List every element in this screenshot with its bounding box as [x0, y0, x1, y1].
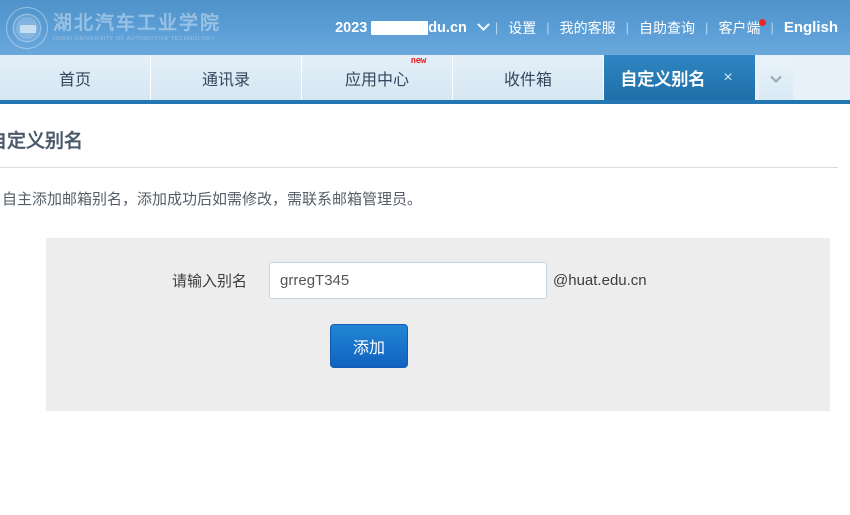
logo-text-block: 湖北汽车工业学院 HUBEI UNIVERSITY OF AUTOMOTIVE … [53, 11, 222, 43]
header-link-client-label: 客户端 [718, 19, 761, 36]
tab-custom-alias[interactable]: 自定义别名 × [604, 55, 755, 100]
tab-label: 首页 [58, 71, 91, 89]
tab-label: 自定义别名 [620, 70, 706, 89]
tab-inbox[interactable]: 收件箱 [453, 55, 604, 100]
submit-row: 添加 [46, 324, 830, 368]
tab-label: 收件箱 [503, 71, 552, 89]
tab-contacts[interactable]: 通讯录 [151, 55, 302, 100]
university-emblem-icon [6, 7, 48, 49]
main-content: 自定义别名 自主添加邮箱别名，添加成功后如需修改，需联系邮箱管理员。 请输入别名… [0, 104, 850, 411]
add-alias-button[interactable]: 添加 [330, 324, 409, 368]
close-icon[interactable]: × [723, 69, 732, 87]
tab-bar: 首页 通讯录 应用中心 new 收件箱 自定义别名 × [0, 55, 850, 104]
domain-suffix-label: @huat.edu.cn [553, 272, 647, 289]
account-menu[interactable]: 2023 @huat.edu.cn [335, 18, 490, 36]
alias-input-row: 请输入别名 @huat.edu.cn [46, 262, 830, 299]
email-redaction-overlay [371, 20, 429, 35]
account-email-label: 2023 @huat.edu.cn [335, 20, 467, 36]
tab-home[interactable]: 首页 [0, 55, 151, 100]
chevron-down-icon [770, 71, 782, 83]
header-link-settings[interactable]: 设置 [499, 18, 545, 38]
university-logo[interactable]: 湖北汽车工业学院 HUBEI UNIVERSITY OF AUTOMOTIVE … [6, 6, 221, 50]
new-badge-icon: new [410, 55, 427, 66]
tab-label-text: 应用中心 [344, 71, 409, 89]
chevron-down-icon[interactable] [477, 18, 490, 32]
alias-form-panel: 请输入别名 @huat.edu.cn 添加 [46, 238, 830, 411]
logo-name-en: HUBEI UNIVERSITY OF AUTOMOTIVE TECHNOLOG… [53, 35, 216, 42]
header-link-english[interactable]: English [775, 19, 842, 36]
page-title: 自定义别名 [0, 104, 838, 168]
alias-input-label: 请输入别名 [172, 273, 248, 290]
notification-dot-icon [759, 18, 767, 26]
header-link-self-query[interactable]: 自助查询 [630, 18, 704, 38]
tab-list-dropdown-button[interactable] [759, 59, 793, 100]
header-link-client[interactable]: 客户端 [709, 18, 769, 38]
tab-label: 应用中心 new [344, 56, 426, 90]
header-link-my-service[interactable]: 我的客服 [551, 18, 625, 38]
tab-label: 通讯录 [201, 71, 250, 89]
tab-app-center[interactable]: 应用中心 new [302, 55, 453, 100]
header-right-nav: 2023 @huat.edu.cn | 设置 | 我的客服 | 自助查询 | 客… [335, 0, 850, 55]
page-description: 自主添加邮箱别名，添加成功后如需修改，需联系邮箱管理员。 [2, 191, 423, 208]
alias-input[interactable] [269, 262, 548, 299]
top-header-bar: 湖北汽车工业学院 HUBEI UNIVERSITY OF AUTOMOTIVE … [0, 0, 850, 55]
logo-name-cn: 湖北汽车工业学院 [53, 11, 222, 34]
